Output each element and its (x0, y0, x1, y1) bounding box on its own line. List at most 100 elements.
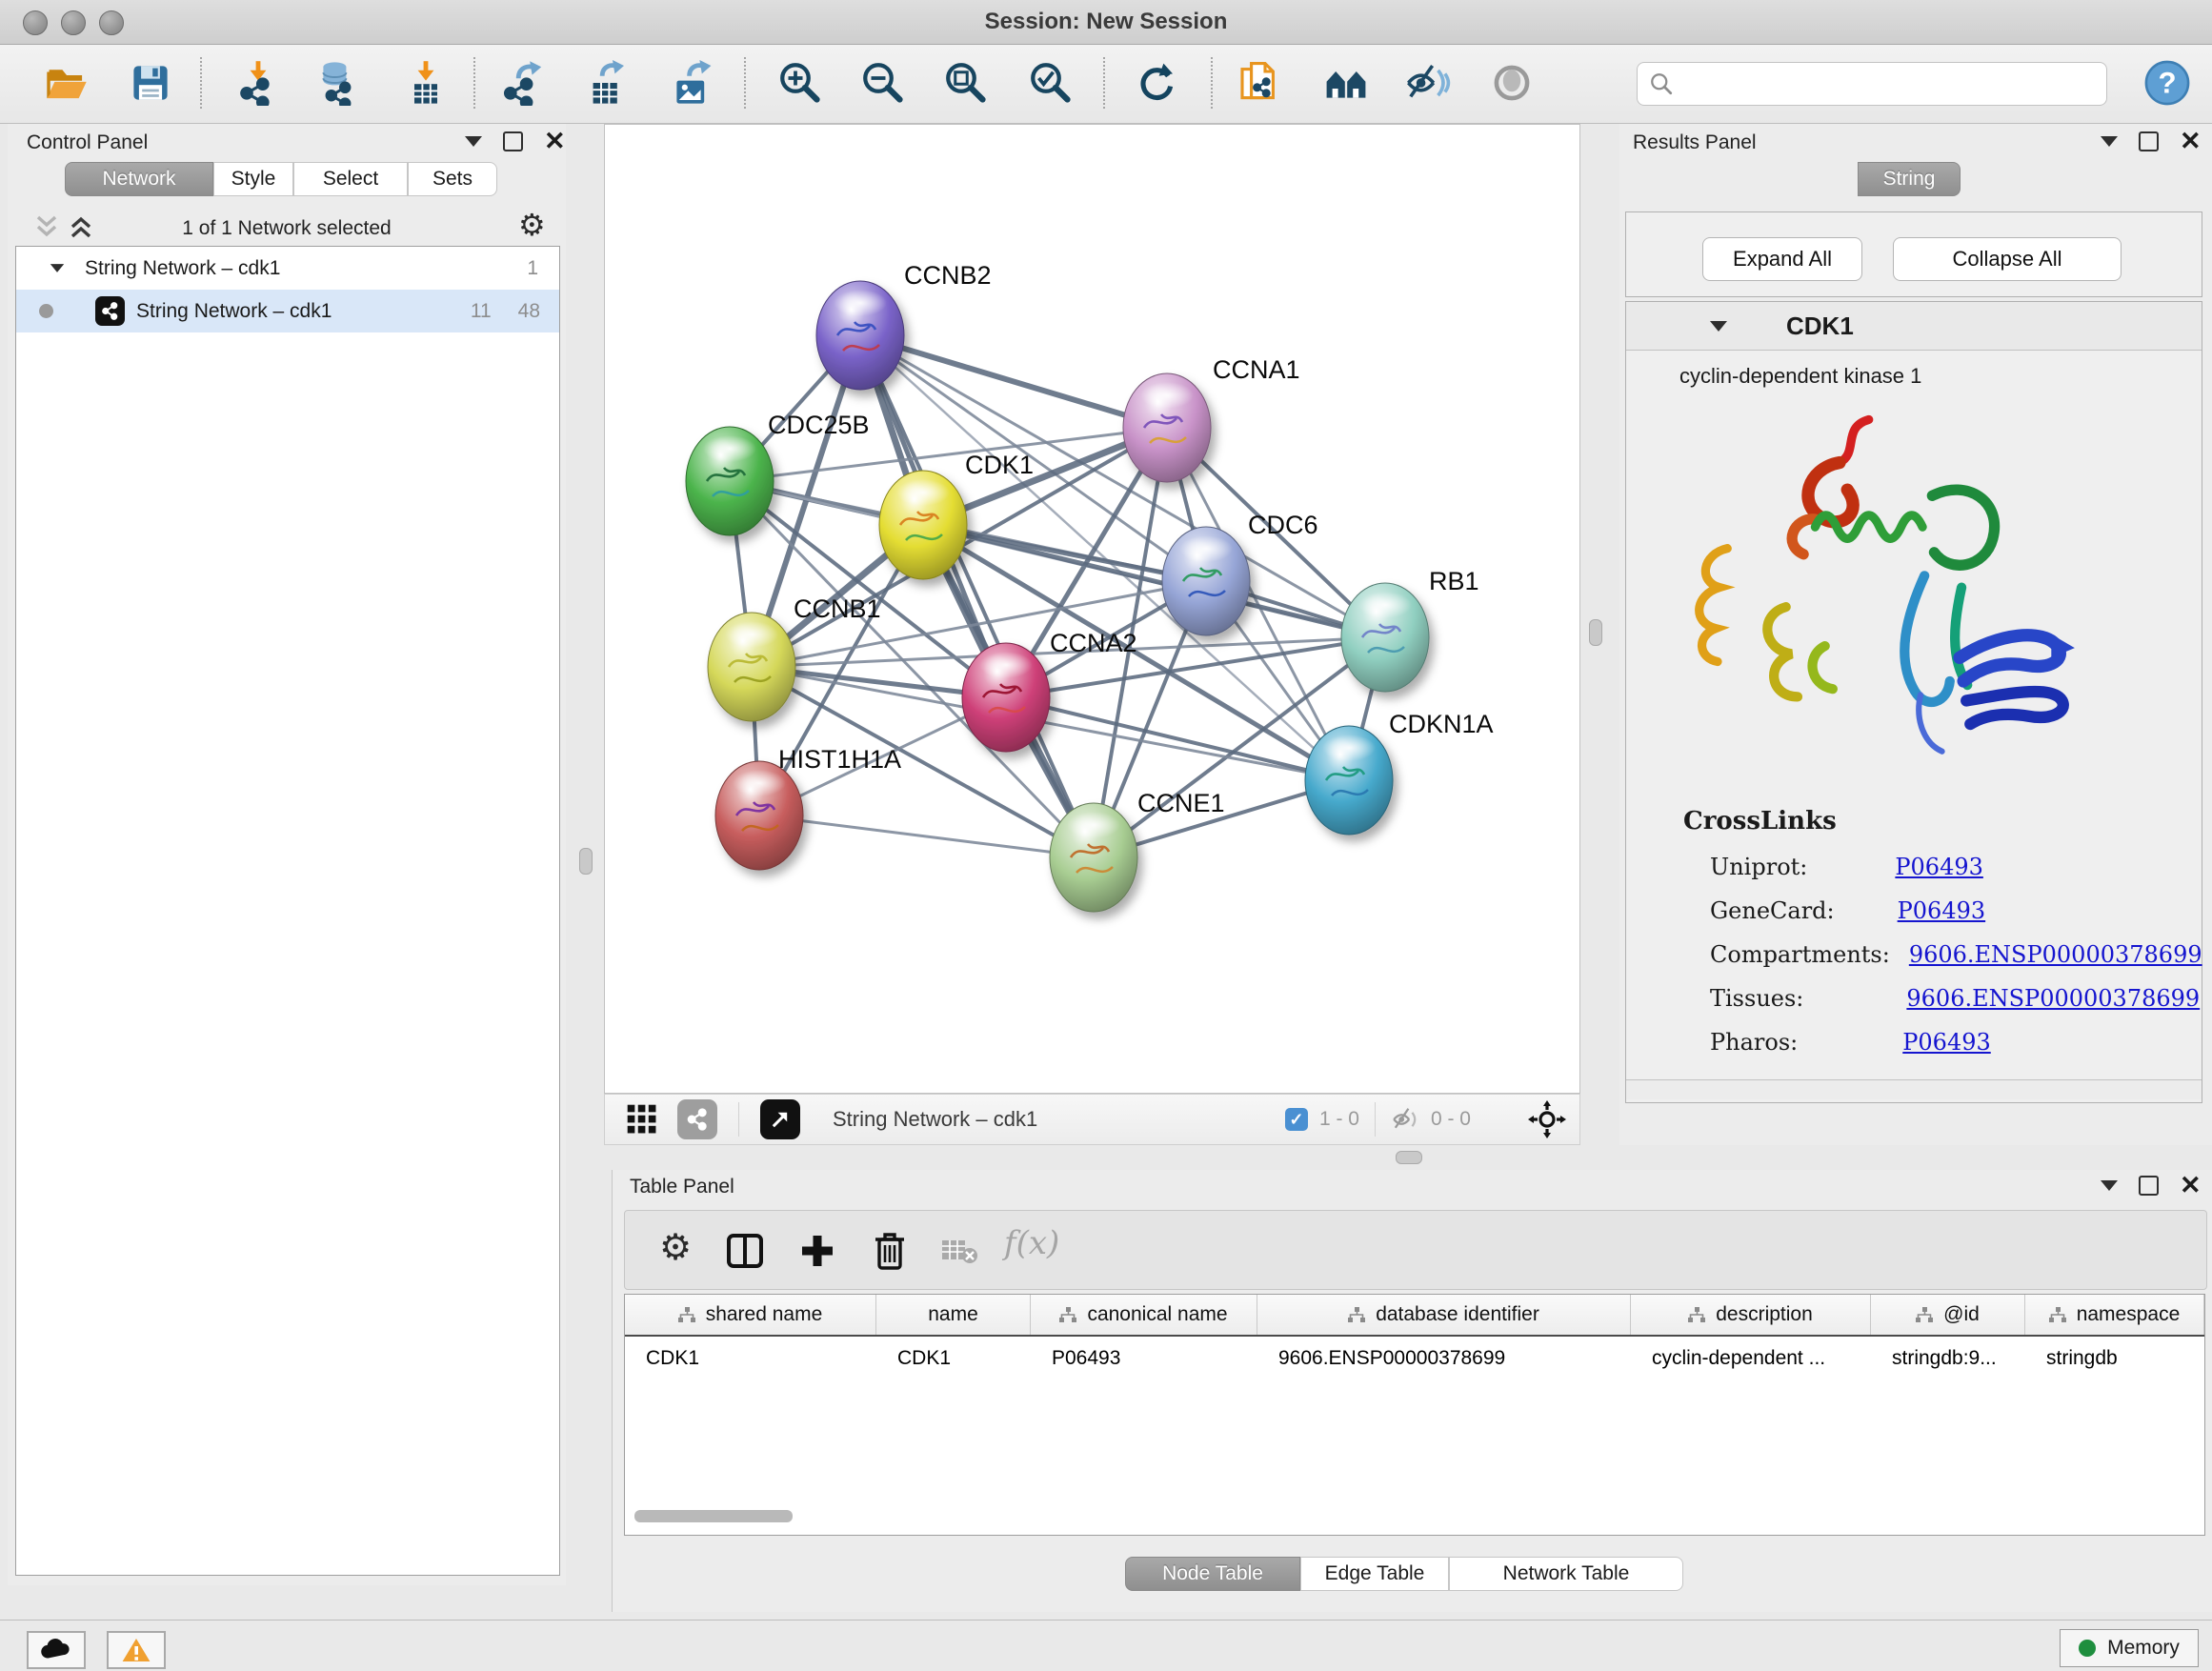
table-cell[interactable]: 9606.ENSP00000378699 (1257, 1337, 1631, 1380)
fit-content-icon[interactable] (940, 57, 992, 109)
open-session-icon[interactable] (41, 57, 92, 109)
column-header-namespace[interactable]: namespace (2025, 1295, 2204, 1335)
close-panel-icon[interactable]: ✕ (2180, 1178, 2202, 1194)
memory-button[interactable]: Memory (2060, 1629, 2199, 1667)
import-network-file-icon[interactable] (232, 57, 284, 109)
table-cell[interactable]: cyclin-dependent ... (1631, 1337, 1871, 1380)
help-icon[interactable]: ? (2142, 57, 2193, 109)
pan-crosshair-icon[interactable] (1528, 1100, 1566, 1138)
delete-table-icon[interactable] (939, 1236, 981, 1268)
horizontal-splitter-grip[interactable] (1396, 1151, 1422, 1164)
network-label: String Network – cdk1 (136, 300, 332, 323)
warning-status-button[interactable] (107, 1631, 166, 1669)
tab-edge-table[interactable]: Edge Table (1300, 1557, 1449, 1591)
float-panel-icon[interactable] (2139, 1176, 2159, 1196)
cloud-status-button[interactable] (27, 1631, 86, 1669)
network-node-RB1[interactable]: RB1 (1341, 567, 1479, 692)
export-table-icon[interactable] (581, 57, 633, 109)
table-cell[interactable]: stringdb (2025, 1337, 2204, 1380)
close-panel-icon[interactable]: ✕ (544, 133, 566, 150)
table-cell[interactable]: CDK1 (625, 1337, 876, 1380)
refresh-icon[interactable] (1130, 57, 1181, 109)
network-node-CCNA1[interactable]: CCNA1 (1123, 355, 1300, 482)
delete-column-icon[interactable] (869, 1228, 911, 1274)
table-cell[interactable]: CDK1 (876, 1337, 1031, 1380)
network-node-HIST1H1A[interactable]: HIST1H1A (715, 745, 901, 870)
export-image-icon[interactable] (666, 57, 717, 109)
network-node-CCNE1[interactable]: CCNE1 (1050, 789, 1225, 912)
expand-all-button[interactable]: Expand All (1702, 237, 1862, 281)
network-options-gear-icon[interactable]: ⚙ (518, 210, 546, 240)
table-cell[interactable]: stringdb:9... (1871, 1337, 2025, 1380)
collapse-panel-icon[interactable] (2101, 1180, 2118, 1191)
crosslink-link[interactable]: 9606.ENSP00000378699 (1906, 985, 2200, 1012)
collapse-panel-icon[interactable] (2101, 136, 2118, 147)
table-options-gear-icon[interactable]: ⚙ (659, 1232, 692, 1262)
table-row[interactable]: CDK1CDK1P064939606.ENSP00000378699cyclin… (625, 1337, 2204, 1380)
float-panel-icon[interactable] (2139, 131, 2159, 151)
show-columns-icon[interactable] (724, 1230, 766, 1272)
tab-string[interactable]: String (1858, 162, 1961, 196)
column-header-database-identifier[interactable]: database identifier (1257, 1295, 1631, 1335)
results-hscrollbar[interactable] (1626, 1079, 2202, 1099)
crosslink-link[interactable]: P06493 (1898, 897, 1986, 924)
network-node-CDKN1A[interactable]: CDKN1A (1305, 710, 1494, 835)
table-cell[interactable]: P06493 (1031, 1337, 1257, 1380)
crosslink-row: Tissues:9606.ENSP00000378699 (1710, 976, 2202, 1020)
export-network-icon[interactable] (497, 57, 549, 109)
level-of-detail-icon[interactable] (1486, 57, 1538, 109)
float-panel-icon[interactable] (503, 131, 523, 151)
results-panel-title: Results Panel (1633, 131, 1757, 154)
search-input[interactable] (1637, 62, 2107, 106)
collapse-panel-icon[interactable] (465, 136, 482, 147)
crosslink-link[interactable]: P06493 (1902, 1029, 1991, 1056)
right-splitter-grip[interactable] (1589, 619, 1602, 646)
crosslink-link[interactable]: P06493 (1895, 854, 1983, 880)
tab-network[interactable]: Network (65, 162, 213, 196)
network-collection-row[interactable]: String Network – cdk1 1 (16, 247, 559, 290)
save-session-icon[interactable] (125, 57, 176, 109)
network-edge (860, 335, 1094, 857)
zoom-selected-icon[interactable] (1025, 57, 1076, 109)
toolbar-divider (1211, 57, 1213, 109)
tab-node-table[interactable]: Node Table (1125, 1557, 1300, 1591)
function-builder-icon[interactable]: f(x) (1004, 1224, 1059, 1262)
protein-header-row[interactable]: CDK1 (1626, 302, 2202, 351)
zoom-in-icon[interactable] (774, 57, 826, 109)
left-splitter-grip[interactable] (579, 848, 593, 875)
zoom-out-icon[interactable] (857, 57, 909, 109)
hide-graphics-icon[interactable] (1403, 57, 1455, 109)
column-header-description[interactable]: description (1631, 1295, 1871, 1335)
network-node-CCNB1[interactable]: CCNB1 (708, 594, 881, 721)
network-row[interactable]: String Network – cdk1 11 48 (16, 290, 559, 332)
first-neighbors-icon[interactable] (1320, 57, 1372, 109)
control-panel-title: Control Panel (27, 131, 148, 154)
import-table-file-icon[interactable] (400, 57, 452, 109)
import-network-database-icon[interactable] (312, 57, 364, 109)
clone-network-icon[interactable] (1234, 57, 1285, 109)
birdseye-view-icon[interactable] (760, 1099, 800, 1139)
tab-style[interactable]: Style (213, 162, 293, 196)
shared-column-icon (1348, 1307, 1366, 1323)
tab-network-table[interactable]: Network Table (1449, 1557, 1683, 1591)
column-header-name[interactable]: name (876, 1295, 1031, 1335)
crosslink-link[interactable]: 9606.ENSP00000378699 (1909, 941, 2202, 968)
collapse-all-button[interactable]: Collapse All (1893, 237, 2122, 281)
application-window: Session: New Session (0, 0, 2212, 1671)
network-node-CCNB2[interactable]: CCNB2 (816, 261, 992, 390)
create-column-icon[interactable] (796, 1230, 838, 1272)
network-node-CCNA2[interactable]: CCNA2 (962, 629, 1137, 752)
column-header-shared-name[interactable]: shared name (625, 1295, 876, 1335)
hidden-items-icon[interactable] (1391, 1104, 1421, 1135)
grid-view-icon[interactable] (622, 1099, 662, 1139)
column-header-canonical-name[interactable]: canonical name (1031, 1295, 1257, 1335)
selected-nodes-checkbox[interactable]: ✓ (1285, 1108, 1308, 1131)
tab-sets[interactable]: Sets (408, 162, 497, 196)
tab-select[interactable]: Select (293, 162, 408, 196)
close-panel-icon[interactable]: ✕ (2180, 133, 2202, 150)
collection-expand-icon[interactable] (50, 264, 64, 272)
network-view-badge-icon[interactable] (677, 1099, 717, 1139)
protein-expand-icon[interactable] (1710, 321, 1727, 332)
table-hscrollbar-thumb[interactable] (634, 1510, 793, 1522)
column-header--id[interactable]: @id (1871, 1295, 2025, 1335)
